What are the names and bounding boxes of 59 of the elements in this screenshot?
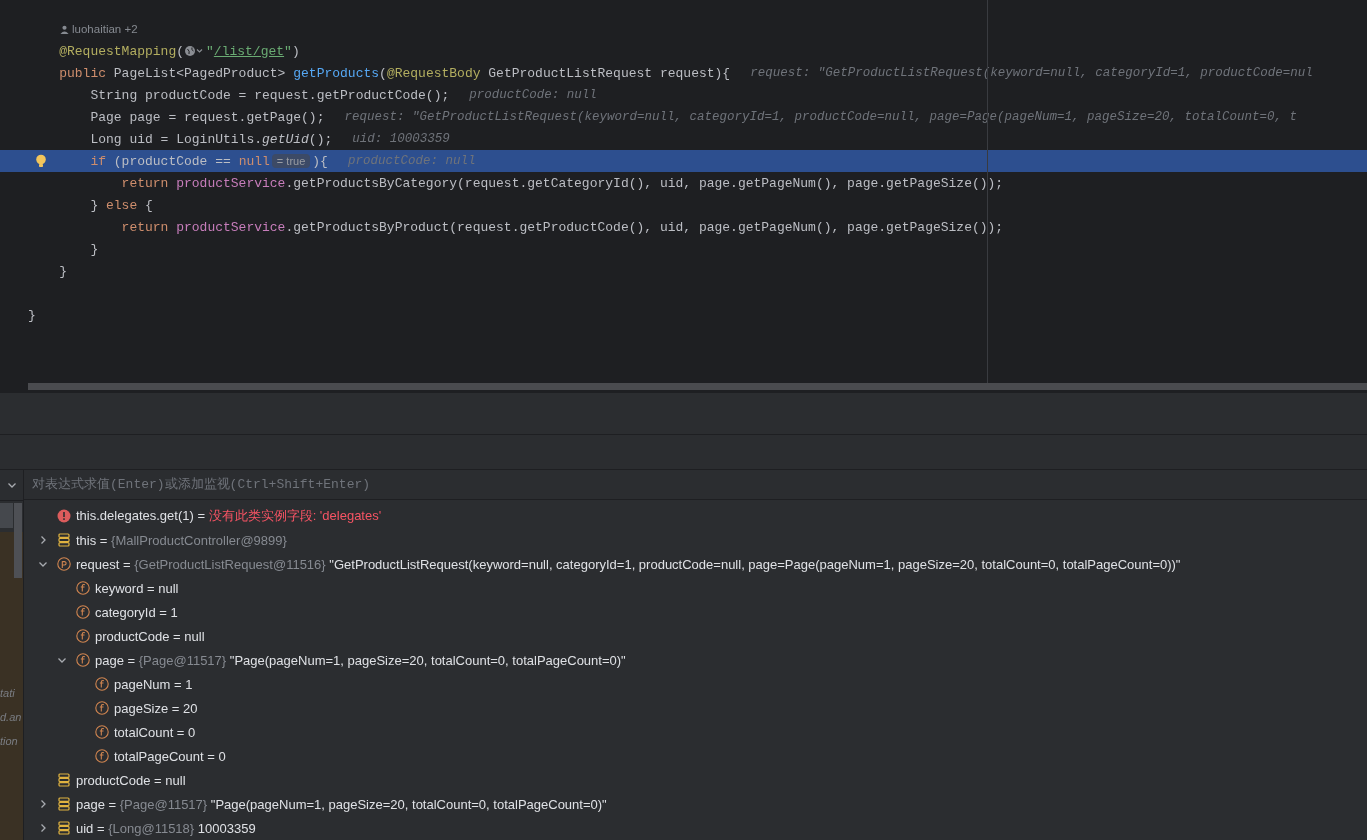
inline-value-hint: productCode: null [347, 154, 476, 168]
chevron-right-icon[interactable] [38, 535, 48, 545]
code-text: } [90, 241, 99, 257]
code-text: public PageList<PagedProduct> getProducts(@RequestBody GetProductListRequest request){ [59, 65, 731, 81]
code-text: ){ [312, 153, 328, 169]
code-text: Long uid = LoginUtils.getUid(); [90, 131, 333, 147]
variable-entry[interactable]: keyword = null [95, 580, 179, 596]
inline-value-hint: request: "GetProductListRequest(keyword=null, categoryId=1, productCode=nul [750, 66, 1313, 80]
code-text: return productService.getProductsByCategory(request.getCategoryId(), uid, page.getPageNum(), page.getPageSize()); [121, 175, 1004, 191]
code-text: } else { [90, 197, 153, 213]
field-icon [76, 605, 90, 619]
variable-icon [57, 533, 71, 547]
variable-icon [57, 821, 71, 835]
code-text: @RequestMapping( [59, 43, 185, 59]
horizontal-scrollbar[interactable] [28, 383, 1367, 390]
inline-value-hint: request: "GetProductListRequest(keyword=null, categoryId=1, productCode=null, page=Page(pageNum=1, pageSize=20, totalCount=0, t [344, 110, 1298, 124]
field-icon [95, 749, 109, 763]
variable-entry[interactable]: productCode = null [76, 772, 186, 788]
variable-entry[interactable]: categoryId = 1 [95, 604, 178, 620]
inline-value-hint: uid: 10003359 [352, 132, 450, 146]
author-hint[interactable]: luohaitian +2 [72, 23, 138, 35]
code-text: return productService.getProductsByProduct(request.getProductCode(), uid, page.getPageNum(), page.getPageSize()); [121, 219, 1004, 235]
chevron-down-icon[interactable] [38, 559, 48, 569]
field-icon [95, 677, 109, 691]
variable-entry[interactable]: page = {Page@11517} "Page(pageNum=1, pageSize=20, totalCount=0, totalPageCount=0)" [76, 796, 607, 812]
variable-icon [57, 797, 71, 811]
code-text: } [59, 263, 67, 279]
variable-entry[interactable]: request = {GetProductListRequest@11516} "GetProductListRequest(keyword=null, categoryId=1, productCode=null, page=Page(pageNum=1, pageSize=20, totalCount=0, totalPageCount=0))" [76, 556, 1181, 572]
variable-entry[interactable]: this.delegates.get(1) = 没有此类实例字段: 'delegates' [76, 507, 382, 525]
variable-entry[interactable]: pageNum = 1 [114, 676, 193, 692]
variable-entry[interactable]: totalCount = 0 [114, 724, 196, 740]
field-icon [76, 653, 90, 667]
variable-entry[interactable]: productCode = null [95, 628, 205, 644]
variable-entry[interactable]: this = {MallProductController@9899} [76, 532, 287, 548]
error-icon [57, 509, 71, 523]
variable-entry[interactable]: uid = {Long@11518} 10003359 [76, 820, 256, 836]
inline-value-hint: productCode: null [469, 88, 597, 102]
chevron-down-icon[interactable] [6, 480, 17, 490]
variable-entry[interactable]: totalPageCount = 0 [114, 748, 226, 764]
parameter-icon [57, 557, 71, 571]
field-icon [76, 629, 90, 643]
lightbulb-icon[interactable] [34, 154, 48, 168]
code-text: if (productCode == null [90, 153, 270, 169]
person-icon [60, 24, 69, 34]
field-icon [95, 725, 109, 739]
vertical-scrollbar[interactable] [14, 503, 22, 578]
variable-entry[interactable]: pageSize = 20 [114, 700, 198, 716]
chevron-right-icon[interactable] [38, 799, 48, 809]
code-text: Page page = request.getPage(); [90, 109, 325, 125]
variable-entry[interactable]: page = {Page@11517} "Page(pageNum=1, pageSize=20, totalCount=0, totalPageCount=0)" [95, 652, 626, 668]
code-text: "/list/get") [206, 43, 300, 59]
variable-icon [57, 773, 71, 787]
code-text: } [28, 307, 36, 323]
field-icon [95, 701, 109, 715]
chevron-right-icon[interactable] [38, 823, 48, 833]
chevron-down-icon[interactable] [57, 655, 67, 665]
field-icon [76, 581, 90, 595]
inline-value-badge: = true [271, 154, 311, 168]
code-text: String productCode = request.getProductCode(); [90, 87, 450, 103]
